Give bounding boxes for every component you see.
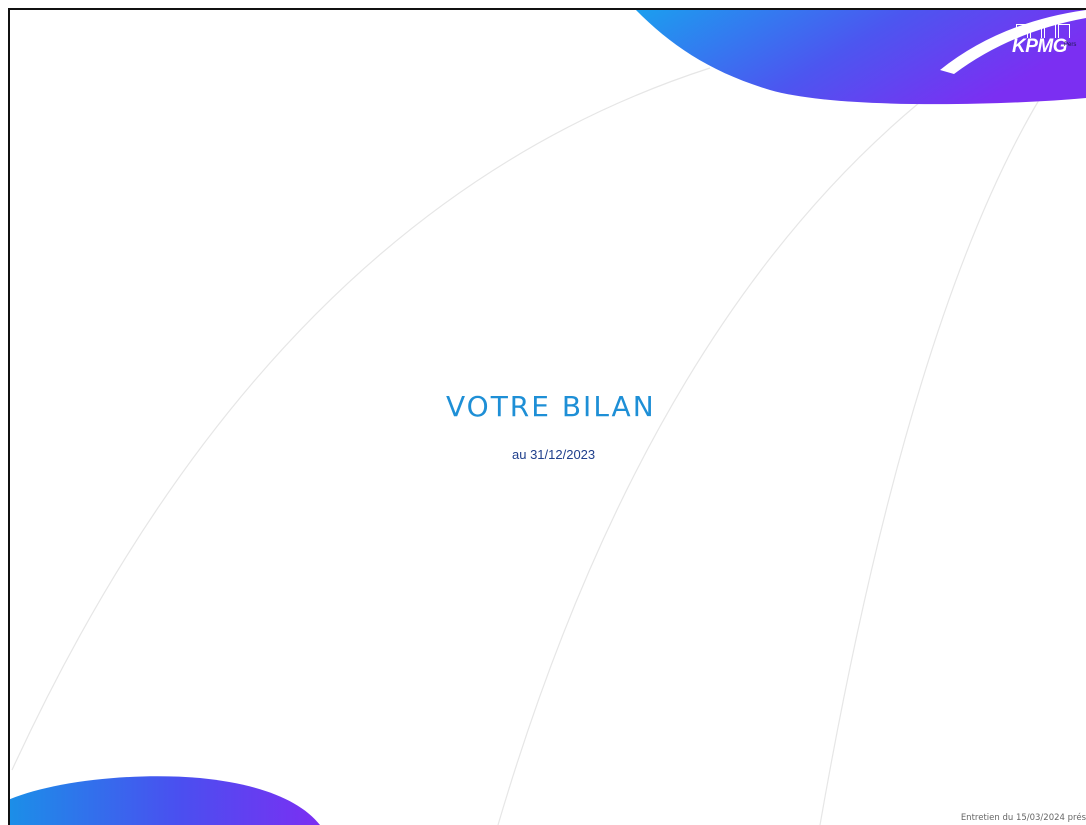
logo-wordmark: KPMG: [1012, 36, 1068, 57]
slide-subtitle: au 31/12/2023: [512, 447, 596, 462]
kpmg-logo: KPMG Pers: [1010, 24, 1076, 78]
background-arc-line: [819, 89, 1046, 825]
bottom-swoosh-shape: [10, 776, 320, 825]
logo-tagline: Pers: [1064, 42, 1077, 48]
slide-title: VOTRE BILAN: [446, 390, 656, 423]
footer-note: Entretien du 15/03/2024 prés: [960, 813, 1086, 823]
slide: KPMG Pers VOTRE BILAN au 31/12/2023 Entr…: [8, 8, 1086, 825]
